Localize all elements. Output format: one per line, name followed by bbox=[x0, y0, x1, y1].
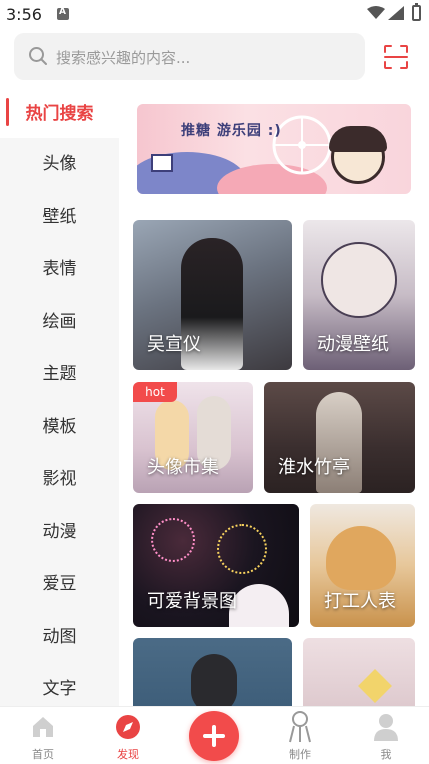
house-icon bbox=[151, 154, 173, 172]
tab-label: 首页 bbox=[32, 748, 54, 761]
tab-me[interactable]: 我 bbox=[356, 707, 416, 764]
dog-illustration bbox=[326, 526, 396, 590]
card-worker-emoji[interactable]: 打工人表 bbox=[310, 504, 415, 627]
sidebar-active-indicator bbox=[6, 98, 9, 126]
sidebar-item-emoji[interactable]: 表情 bbox=[0, 243, 119, 295]
tab-discover[interactable]: 发现 bbox=[98, 707, 158, 764]
bottom-navigation: 首页 发现 制作 我 bbox=[0, 706, 429, 764]
tab-label: 发现 bbox=[117, 748, 139, 761]
home-icon bbox=[33, 717, 53, 737]
make-icon bbox=[289, 711, 311, 743]
hot-badge: hot bbox=[133, 382, 177, 402]
card-label: 可爱背景图 bbox=[147, 591, 237, 612]
firework-decoration bbox=[151, 518, 195, 562]
card-photo-figure bbox=[321, 242, 397, 318]
card-label: 淮水竹亭 bbox=[278, 457, 350, 478]
sidebar-item-anime[interactable]: 动漫 bbox=[0, 506, 119, 558]
content-area: 推糖 游乐园 :) 吴宣仪 动漫壁纸 hot 头像市集 淮水竹亭 可爱背景图 打… bbox=[119, 90, 429, 706]
tab-home[interactable]: 首页 bbox=[13, 707, 73, 764]
search-bar[interactable]: 搜索感兴趣的内容... bbox=[14, 33, 365, 80]
scan-icon[interactable] bbox=[383, 44, 409, 70]
sidebar-item-hot-search[interactable]: 热门搜索 bbox=[0, 88, 119, 140]
star-decoration bbox=[358, 669, 392, 703]
compass-icon bbox=[116, 715, 140, 739]
user-icon bbox=[374, 714, 398, 741]
card-label: 打工人表 bbox=[324, 591, 396, 612]
card-wu-xuanyi[interactable]: 吴宣仪 bbox=[133, 220, 292, 370]
status-time: 3:56 bbox=[6, 5, 42, 24]
card-photo[interactable] bbox=[133, 638, 292, 706]
card-anime-wallpaper[interactable]: 动漫壁纸 bbox=[303, 220, 415, 370]
card-label: 动漫壁纸 bbox=[317, 334, 389, 355]
battery-icon bbox=[412, 3, 421, 21]
search-icon bbox=[29, 47, 47, 65]
sidebar-item-wallpaper[interactable]: 壁纸 bbox=[0, 191, 119, 243]
tab-create[interactable]: 制作 bbox=[270, 707, 330, 764]
card-huaishui-zhuting[interactable]: 淮水竹亭 bbox=[264, 382, 415, 493]
create-plus-button[interactable] bbox=[189, 711, 239, 761]
sidebar-item-painting[interactable]: 绘画 bbox=[0, 296, 119, 348]
sidebar-item-gif[interactable]: 动图 bbox=[0, 611, 119, 663]
sidebar-item-template[interactable]: 模板 bbox=[0, 401, 119, 453]
sidebar-item-theme[interactable]: 主题 bbox=[0, 348, 119, 400]
tab-label: 制作 bbox=[289, 748, 311, 761]
sidebar-item-film[interactable]: 影视 bbox=[0, 453, 119, 505]
card-photo[interactable] bbox=[303, 638, 415, 706]
card-label: 吴宣仪 bbox=[147, 334, 201, 355]
category-sidebar: 热门搜索 头像 壁纸 表情 绘画 主题 模板 影视 动漫 爱豆 动图 文字 bbox=[0, 90, 119, 706]
sidebar-item-idol[interactable]: 爱豆 bbox=[0, 558, 119, 610]
card-cute-background[interactable]: 可爱背景图 bbox=[133, 504, 299, 627]
search-placeholder: 搜索感兴趣的内容... bbox=[56, 49, 191, 67]
banner-title: 推糖 游乐园 :) bbox=[181, 123, 282, 139]
tab-label: 我 bbox=[380, 748, 392, 761]
card-avatar-market[interactable]: hot 头像市集 bbox=[133, 382, 253, 493]
status-bar: 3:56 bbox=[0, 0, 429, 30]
card-photo-figure bbox=[191, 654, 237, 706]
signal-icon bbox=[388, 6, 404, 20]
girl-hair bbox=[329, 126, 387, 152]
notification-icon bbox=[57, 7, 69, 20]
card-label: 头像市集 bbox=[147, 457, 219, 478]
wifi-icon bbox=[367, 6, 385, 19]
cat-illustration bbox=[229, 584, 289, 627]
firework-decoration bbox=[217, 524, 267, 574]
promo-banner[interactable]: 推糖 游乐园 :) bbox=[137, 104, 411, 194]
sidebar-item-avatar[interactable]: 头像 bbox=[0, 138, 119, 190]
